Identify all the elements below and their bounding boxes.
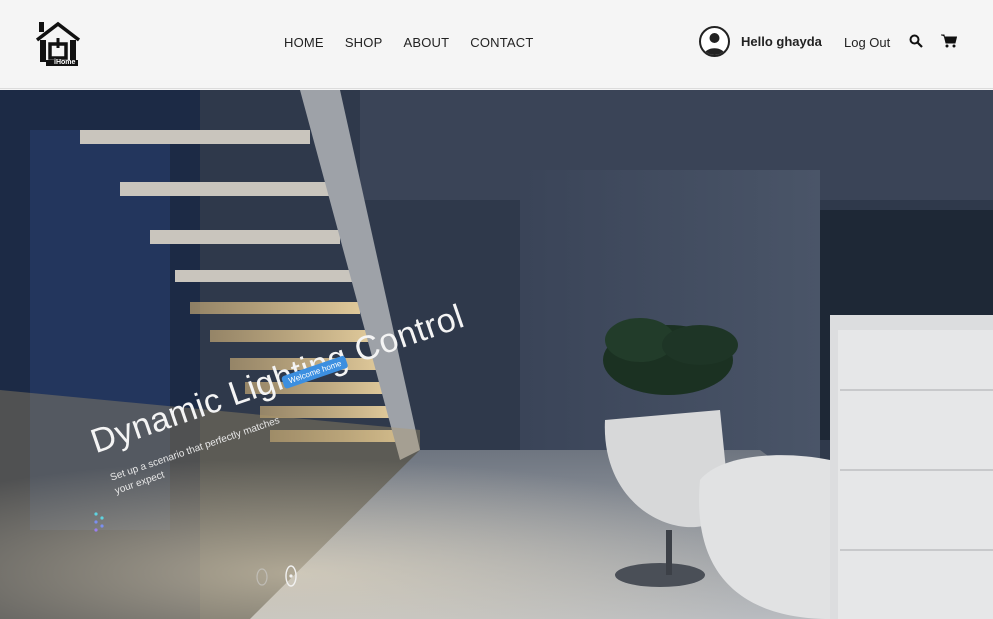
site-logo[interactable]: iHome [33,18,83,68]
light-toggle-icon[interactable] [256,568,268,586]
cart-icon[interactable] [941,34,958,48]
site-header: iHome HOME SHOP ABOUT CONTACT Hello ghay… [0,0,993,89]
app-dots-icon [94,512,104,532]
nav-shop[interactable]: SHOP [345,35,383,50]
interior-scene-image [0,90,993,619]
search-icon[interactable] [909,34,923,48]
light-toggle-icon[interactable] [285,565,297,587]
logo-text: iHome [54,59,76,66]
hero-banner: Dynamic Lighting Control Welcome home Se… [0,90,993,619]
user-avatar[interactable] [699,26,730,57]
nav-home[interactable]: HOME [284,35,324,50]
nav-about[interactable]: ABOUT [403,35,449,50]
user-icon [704,33,725,55]
main-nav: HOME SHOP ABOUT CONTACT [284,35,534,50]
logout-link[interactable]: Log Out [844,35,890,50]
user-greeting: Hello ghayda [741,34,822,49]
nav-contact[interactable]: CONTACT [470,35,533,50]
